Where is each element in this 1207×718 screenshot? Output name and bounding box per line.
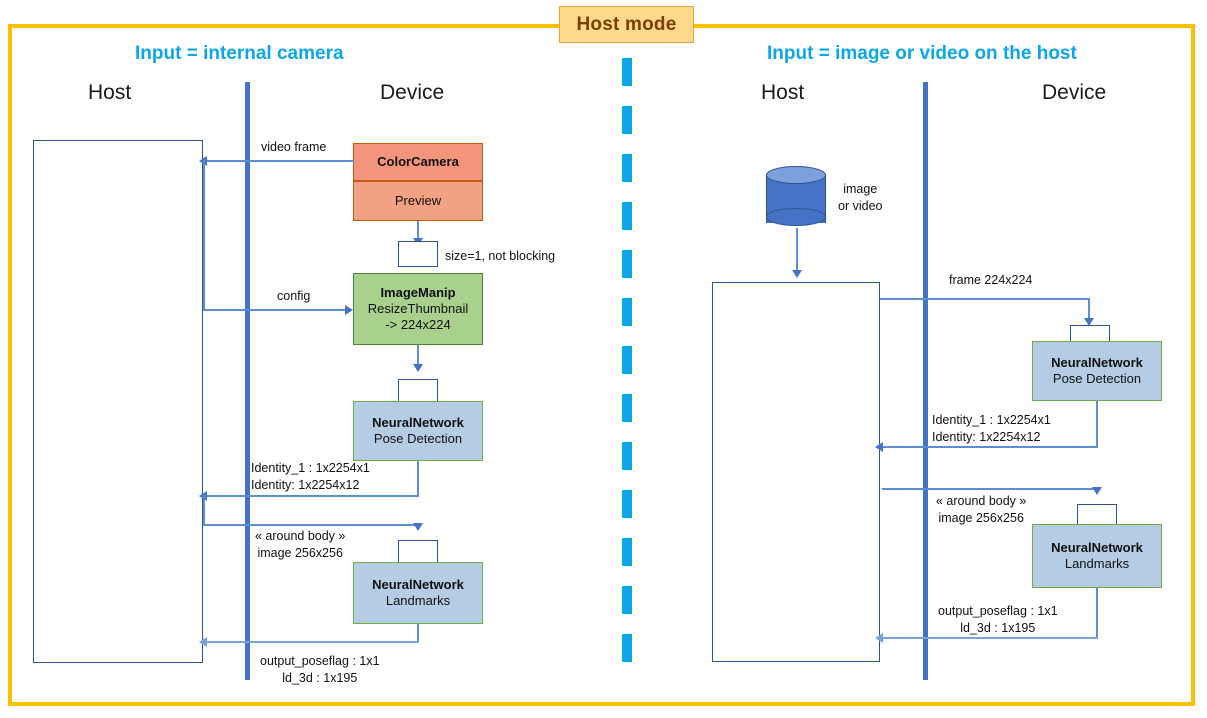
edge-label-landmarks-out-line1: output_poseflag : 1x1 (260, 654, 380, 668)
right-node-nn-pose-detection: NeuralNetwork Pose Detection (1032, 341, 1162, 401)
edge-source-to-host (796, 228, 798, 274)
edge-video-frame-line (206, 160, 354, 162)
queue-box-nn-pose (398, 379, 438, 402)
edge-right-landmarks-out-line (882, 637, 1098, 639)
right-edge-label-landmarks-out-line1: output_poseflag : 1x1 (938, 604, 1058, 618)
node-preview-title: Preview (394, 192, 442, 208)
right-queue-box-nn-landmarks (1077, 504, 1117, 526)
source-media-label: image or video (838, 181, 882, 215)
left-panel-title: Input = internal camera (135, 43, 344, 64)
right-edge-label-landmarks-out: output_poseflag : 1x1 ld_3d : 1x195 (938, 603, 1058, 637)
queue-box-imagemanip (398, 241, 438, 267)
node-nn-pose-title: NeuralNetwork (372, 414, 464, 430)
arrowhead-right-pose-out (875, 442, 883, 452)
node-nn-pose-subtitle: Pose Detection (373, 431, 463, 446)
right-node-nn-landmarks: NeuralNetwork Landmarks (1032, 524, 1162, 588)
right-node-nn-landmarks-subtitle: Landmarks (1064, 556, 1130, 571)
node-imagemanip: ImageManip ResizeThumbnail -> 224x224 (353, 273, 483, 345)
arrowhead-imagemanip-to-queue (413, 364, 423, 372)
left-host-box (33, 140, 203, 663)
right-node-nn-pose-title: NeuralNetwork (1051, 354, 1143, 370)
node-imagemanip-line3: -> 224x224 (385, 317, 451, 333)
node-imagemanip-title: ImageManip (380, 284, 456, 300)
right-node-nn-landmarks-title: NeuralNetwork (1051, 539, 1143, 555)
edge-label-identity-out-line2: Identity: 1x2254x12 (251, 477, 360, 492)
node-colorcamera-preview: Preview (353, 181, 483, 221)
source-media-cylinder-icon (766, 166, 826, 232)
edge-pose-out-drop (417, 461, 419, 496)
edge-landmarks-out-line (206, 641, 419, 643)
arrowhead-right-landmarks-out (875, 633, 883, 643)
edge-label-around-body-line1: « around body » (255, 529, 346, 543)
arrowhead-config (345, 305, 353, 315)
edge-right-around-body-line (882, 488, 1098, 490)
right-edge-label-around-body: « around body » image 256x256 (936, 493, 1026, 527)
edge-label-landmarks-out-line2: ld_3d : 1x195 (282, 670, 358, 685)
arrowhead-source-to-host (792, 270, 802, 278)
source-media-label-line1: image (843, 182, 878, 196)
source-media-label-line2: or video (838, 198, 883, 213)
right-edge-label-landmarks-out-line2: ld_3d : 1x195 (960, 620, 1036, 635)
right-edge-label-identity-out: Identity_1 : 1x2254x1 Identity: 1x2254x1… (932, 412, 1051, 446)
edge-label-landmarks-out: output_poseflag : 1x1 ld_3d : 1x195 (260, 653, 380, 687)
left-lane-separator (245, 82, 250, 680)
right-host-box (712, 282, 880, 662)
node-nn-landmarks: NeuralNetwork Landmarks (353, 562, 483, 624)
right-host-lane-label: Host (761, 81, 805, 104)
edge-right-landmarks-out-drop (1096, 588, 1098, 638)
node-nn-landmarks-subtitle: Landmarks (385, 593, 451, 608)
edge-around-body-line (203, 524, 418, 526)
host-mode-badge: Host mode (559, 6, 694, 43)
right-device-lane-label: Device (1042, 81, 1107, 104)
right-edge-label-around-body-line1: « around body » (936, 494, 1027, 508)
edge-label-queue-note: size=1, not blocking (445, 249, 556, 263)
left-host-lane-label: Host (88, 81, 132, 104)
edge-around-body-riser (203, 495, 205, 525)
center-dashed-divider (622, 58, 632, 686)
right-panel-title: Input = image or video on the host (767, 43, 1077, 64)
edge-label-around-body: « around body » image 256x256 (255, 528, 345, 562)
edge-right-pose-out-drop (1096, 401, 1098, 447)
edge-right-pose-out-line (882, 446, 1098, 448)
edge-label-identity-out: Identity_1 : 1x2254x1 Identity: 1x2254x1… (251, 460, 370, 494)
edge-config-riser (203, 160, 205, 310)
arrowhead-around-body (413, 523, 423, 531)
node-nn-pose-detection: NeuralNetwork Pose Detection (353, 401, 483, 461)
edge-label-identity-out-line1: Identity_1 : 1x2254x1 (251, 461, 370, 475)
edge-label-config: config (277, 289, 311, 303)
edge-label-frame-in: frame 224x224 (949, 273, 1033, 287)
left-device-lane-label: Device (380, 81, 445, 104)
diagram-canvas: Host mode Input = internal camera Host D… (0, 0, 1207, 718)
edge-frame-in-line (880, 298, 1090, 300)
right-edge-label-around-body-line2: image 256x256 (938, 510, 1024, 525)
node-nn-landmarks-title: NeuralNetwork (372, 576, 464, 592)
right-edge-label-identity-out-line2: Identity: 1x2254x12 (932, 429, 1041, 444)
edge-label-video-frame: video frame (261, 140, 327, 154)
queue-box-nn-landmarks (398, 540, 438, 563)
edge-config-line (203, 309, 345, 311)
node-colorcamera: ColorCamera (353, 143, 483, 181)
right-lane-separator (923, 82, 928, 680)
node-colorcamera-title: ColorCamera (377, 153, 459, 169)
arrowhead-landmarks-out (199, 637, 207, 647)
right-node-nn-pose-subtitle: Pose Detection (1052, 371, 1142, 386)
node-imagemanip-line2: ResizeThumbnail (367, 300, 469, 316)
right-edge-label-identity-out-line1: Identity_1 : 1x2254x1 (932, 413, 1051, 427)
edge-label-around-body-line2: image 256x256 (257, 545, 343, 560)
arrowhead-right-around-body (1092, 487, 1102, 495)
edge-pose-out-line (206, 495, 419, 497)
